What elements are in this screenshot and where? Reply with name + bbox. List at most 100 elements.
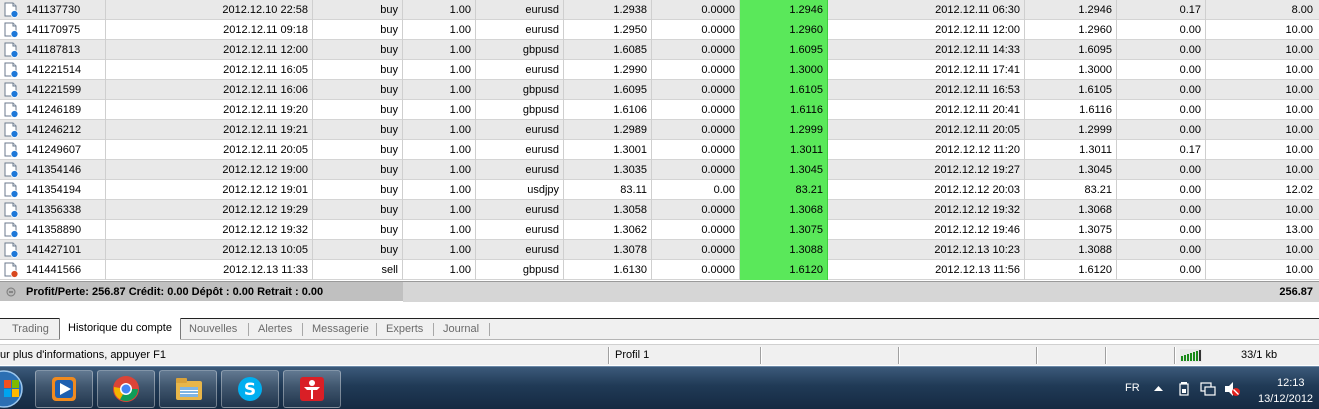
symbol-cell: eurusd: [476, 200, 564, 220]
take-profit-cell: 1.3075: [740, 220, 828, 240]
clock-time[interactable]: 12:13: [1277, 377, 1305, 389]
swap-cell: 0.00: [1117, 20, 1206, 40]
type-cell: buy: [313, 180, 403, 200]
close-price-cell: 1.3000: [1025, 60, 1117, 80]
stop-loss-cell: 0.0000: [652, 140, 740, 160]
tab-experts[interactable]: Experts: [378, 319, 431, 340]
tab-historique-du-compte[interactable]: Historique du compte: [59, 318, 181, 340]
taskbar-file-explorer[interactable]: [159, 370, 217, 408]
status-separator: [760, 347, 762, 364]
close-time-cell: 2012.12.12 19:46: [828, 220, 1025, 240]
type-cell: buy: [313, 240, 403, 260]
open-time-cell: 2012.12.11 19:21: [106, 120, 313, 140]
tab-trading[interactable]: Trading: [4, 319, 57, 340]
windows-media-player-icon: [52, 377, 76, 401]
stop-loss-cell: 0.00: [652, 180, 740, 200]
close-price-cell: 1.3068: [1025, 200, 1117, 220]
close-price-cell: 1.2946: [1025, 0, 1117, 20]
symbol-cell: gbpusd: [476, 40, 564, 60]
type-cell: buy: [313, 40, 403, 60]
table-row[interactable]: 141354194 2012.12.12 19:01 buy 1.00 usdjpy 83…: [0, 180, 1319, 200]
open-time-cell: 2012.12.11 20:05: [106, 140, 313, 160]
status-separator: [1174, 347, 1176, 364]
open-price-cell: 1.2989: [564, 120, 652, 140]
close-time-cell: 2012.12.13 11:56: [828, 260, 1025, 280]
tab-nouvelles[interactable]: Nouvelles: [181, 319, 245, 340]
status-bar: ur plus d'informations, appuyer F1 Profi…: [0, 344, 1319, 365]
clock-date[interactable]: 13/12/2012: [1258, 393, 1313, 405]
table-row[interactable]: 141246189 2012.12.11 19:20 buy 1.00 gbpusd 1.…: [0, 100, 1319, 120]
open-price-cell: 1.3062: [564, 220, 652, 240]
stop-loss-cell: 0.0000: [652, 0, 740, 20]
profit-cell: 10.00: [1285, 204, 1313, 216]
buy-order-icon: [4, 2, 19, 18]
network-icon[interactable]: [1200, 382, 1216, 396]
close-time-cell: 2012.12.11 16:53: [828, 80, 1025, 100]
start-button-icon[interactable]: [0, 369, 24, 409]
close-price-cell: 1.3075: [1025, 220, 1117, 240]
size-cell: 1.00: [403, 160, 476, 180]
buy-order-icon: [4, 222, 19, 238]
take-profit-cell: 1.3088: [740, 240, 828, 260]
size-cell: 1.00: [403, 200, 476, 220]
open-time-cell: 2012.12.11 16:06: [106, 80, 313, 100]
close-time-cell: 2012.12.12 11:20: [828, 140, 1025, 160]
taskbar-chrome[interactable]: [97, 370, 155, 408]
symbol-cell: eurusd: [476, 20, 564, 40]
symbol-cell: usdjpy: [476, 180, 564, 200]
buy-order-icon: [4, 42, 19, 58]
tab-journal[interactable]: Journal: [435, 319, 487, 340]
chrome-icon: [113, 376, 139, 402]
status-separator: [1036, 347, 1038, 364]
table-row[interactable]: 141441566 2012.12.13 11:33 sell 1.00 gbpusd 1…: [0, 260, 1319, 280]
close-price-cell: 1.6095: [1025, 40, 1117, 60]
table-row[interactable]: 141221599 2012.12.11 16:06 buy 1.00 gbpusd 1.…: [0, 80, 1319, 100]
swap-cell: 0.00: [1117, 180, 1206, 200]
symbol-cell: eurusd: [476, 140, 564, 160]
table-row[interactable]: 141354146 2012.12.12 19:00 buy 1.00 eurusd 1.…: [0, 160, 1319, 180]
open-time-cell: 2012.12.11 12:00: [106, 40, 313, 60]
swap-cell: 0.17: [1117, 140, 1206, 160]
input-language[interactable]: FR: [1125, 382, 1140, 394]
battery-icon[interactable]: [1179, 382, 1189, 396]
stop-loss-cell: 0.0000: [652, 120, 740, 140]
table-row[interactable]: 141356338 2012.12.12 19:29 buy 1.00 eurusd 1.…: [0, 200, 1319, 220]
tab-alertes[interactable]: Alertes: [250, 319, 300, 340]
table-row[interactable]: 141137730 2012.12.10 22:58 buy 1.00 eurusd 1.…: [0, 0, 1319, 20]
swap-cell: 0.00: [1117, 40, 1206, 60]
table-row[interactable]: 141427101 2012.12.13 10:05 buy 1.00 eurusd 1.…: [0, 240, 1319, 260]
skype-icon: S: [238, 377, 262, 401]
open-price-cell: 1.3078: [564, 240, 652, 260]
type-cell: buy: [313, 0, 403, 20]
type-cell: sell: [313, 260, 403, 280]
symbol-cell: eurusd: [476, 0, 564, 20]
volume-muted-icon[interactable]: [1224, 381, 1240, 397]
stop-loss-cell: 0.0000: [652, 20, 740, 40]
buy-order-icon: [4, 82, 19, 98]
taskbar-skype[interactable]: S: [221, 370, 279, 408]
swap-cell: 0.00: [1117, 60, 1206, 80]
profit-cell: 13.00: [1285, 224, 1313, 236]
size-cell: 1.00: [403, 120, 476, 140]
table-row[interactable]: 141221514 2012.12.11 16:05 buy 1.00 eurusd 1.…: [0, 60, 1319, 80]
table-row[interactable]: 141246212 2012.12.11 19:21 buy 1.00 eurusd 1.…: [0, 120, 1319, 140]
type-cell: buy: [313, 140, 403, 160]
table-row[interactable]: 141249607 2012.12.11 20:05 buy 1.00 eurusd 1.…: [0, 140, 1319, 160]
table-row[interactable]: 141170975 2012.12.11 09:18 buy 1.00 eurusd 1.…: [0, 20, 1319, 40]
open-time-cell: 2012.12.10 22:58: [106, 0, 313, 20]
table-row[interactable]: 141187813 2012.12.11 12:00 buy 1.00 gbpusd 1.…: [0, 40, 1319, 60]
taskbar-media-player[interactable]: [35, 370, 93, 408]
table-row[interactable]: 141358890 2012.12.12 19:32 buy 1.00 eurusd 1.…: [0, 220, 1319, 240]
profile-name[interactable]: Profil 1: [615, 345, 649, 365]
type-cell: buy: [313, 120, 403, 140]
close-price-cell: 83.21: [1025, 180, 1117, 200]
sell-order-icon: [4, 262, 19, 278]
profit-cell: 8.00: [1291, 4, 1313, 16]
stop-loss-cell: 0.0000: [652, 40, 740, 60]
stop-loss-cell: 0.0000: [652, 220, 740, 240]
account-summary-row[interactable]: Profit/Perte: 256.87 Crédit: 0.00 Dépôt …: [0, 281, 1319, 302]
show-hidden-icons-icon[interactable]: [1154, 385, 1163, 392]
taskbar-trading-terminal[interactable]: [283, 370, 341, 408]
tab-messagerie[interactable]: Messagerie: [304, 319, 377, 340]
symbol-cell: eurusd: [476, 220, 564, 240]
